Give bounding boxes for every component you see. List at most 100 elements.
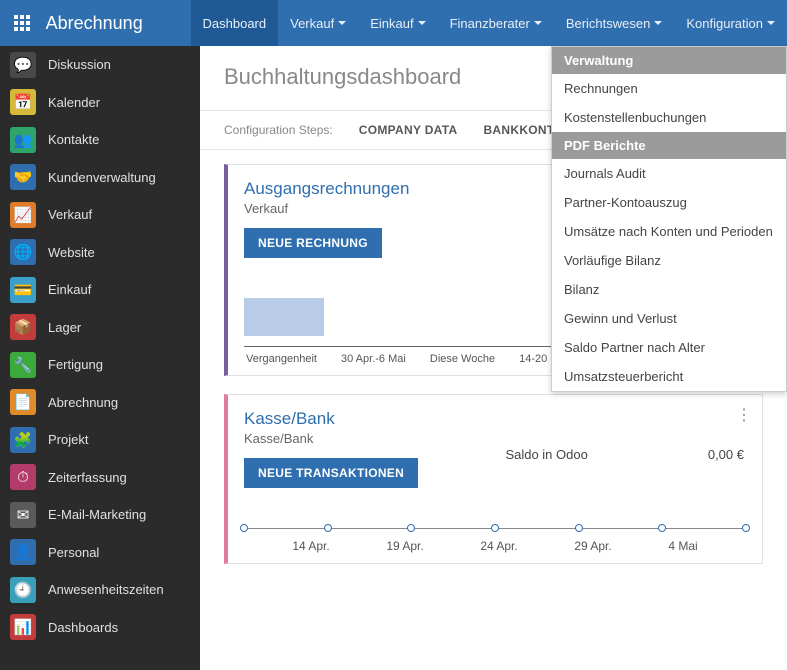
timeline-label: 30 Apr.-6 Mai	[341, 353, 406, 365]
app-icon: 📈	[10, 202, 36, 228]
sidebar-item-label: Dashboards	[48, 620, 118, 635]
sidebar-item-label: Fertigung	[48, 357, 103, 372]
timeline-label: Vergangenheit	[246, 353, 317, 365]
chevron-down-icon	[338, 21, 346, 25]
app-icon: 🕘	[10, 577, 36, 603]
sidebar-item-label: Anwesenheitszeiten	[48, 582, 164, 597]
dropdown-item[interactable]: Rechnungen	[552, 74, 786, 103]
app-icon: 🤝	[10, 164, 36, 190]
sidebar-item-website[interactable]: 🌐 Website	[0, 234, 200, 272]
sidebar-item-abrechnung[interactable]: 📄 Abrechnung	[0, 384, 200, 422]
sidebar-item-kontakte[interactable]: 👥 Kontakte	[0, 121, 200, 159]
sidebar-item-fertigung[interactable]: 🔧 Fertigung	[0, 346, 200, 384]
sidebar-item-label: Abrechnung	[48, 395, 118, 410]
sidebar-item-e-mail-marketing[interactable]: ✉ E-Mail-Marketing	[0, 496, 200, 534]
axis-dot	[491, 524, 499, 532]
dropdown-item[interactable]: Umsatzsteuerbericht	[552, 362, 786, 391]
config-steps-label: Configuration Steps:	[224, 123, 333, 137]
app-icon: 💳	[10, 277, 36, 303]
sidebar-item-kalender[interactable]: 📅 Kalender	[0, 84, 200, 122]
sidebar-item-anwesenheitszeiten[interactable]: 🕘 Anwesenheitszeiten	[0, 571, 200, 609]
app-icon: ⏱	[10, 464, 36, 490]
bank-axis	[244, 528, 746, 529]
sidebar-item-zeiterfassung[interactable]: ⏱ Zeiterfassung	[0, 459, 200, 497]
app-icon: 📅	[10, 89, 36, 115]
sidebar-item-label: Verkauf	[48, 207, 92, 222]
chevron-down-icon	[418, 21, 426, 25]
axis-dot	[324, 524, 332, 532]
topmenu-konfiguration[interactable]: Konfiguration	[674, 0, 787, 46]
app-icon: ✉	[10, 502, 36, 528]
app-switcher-icon[interactable]	[0, 0, 44, 46]
axis-dot	[575, 524, 583, 532]
saldo-label: Saldo in Odoo	[505, 447, 587, 462]
sidebar-item-label: Projekt	[48, 432, 88, 447]
axis-label: 24 Apr.	[480, 539, 517, 553]
top-menu: DashboardVerkaufEinkaufFinanzberaterBeri…	[191, 0, 787, 46]
sidebar-item-label: Lager	[48, 320, 81, 335]
sidebar-item-verkauf[interactable]: 📈 Verkauf	[0, 196, 200, 234]
sidebar: 💬 Diskussion 📅 Kalender 👥 Kontakte 🤝 Kundenverw…	[0, 46, 200, 670]
topmenu-verkauf[interactable]: Verkauf	[278, 0, 358, 46]
app-icon: 👤	[10, 539, 36, 565]
dropdown-item[interactable]: Vorläufige Bilanz	[552, 246, 786, 275]
card-title[interactable]: Kasse/Bank	[244, 409, 746, 429]
topmenu-einkauf[interactable]: Einkauf	[358, 0, 437, 46]
dropdown-header: PDF Berichte	[552, 132, 786, 159]
card-more-icon[interactable]: ⋮	[736, 405, 752, 425]
sidebar-item-label: Kontakte	[48, 132, 99, 147]
sidebar-item-einkauf[interactable]: 💳 Einkauf	[0, 271, 200, 309]
chevron-down-icon	[534, 21, 542, 25]
axis-dot	[240, 524, 248, 532]
sidebar-item-label: Zeiterfassung	[48, 470, 127, 485]
dropdown-item[interactable]: Bilanz	[552, 275, 786, 304]
app-icon: 🧩	[10, 427, 36, 453]
axis-dot	[742, 524, 750, 532]
axis-label: 14 Apr.	[292, 539, 329, 553]
axis-dot	[407, 524, 415, 532]
sidebar-item-projekt[interactable]: 🧩 Projekt	[0, 421, 200, 459]
app-icon: 🔧	[10, 352, 36, 378]
topmenu-dashboard[interactable]: Dashboard	[191, 0, 279, 46]
dropdown-header: Verwaltung	[552, 47, 786, 74]
neue-transaktionen-button[interactable]: NEUE TRANSAKTIONEN	[244, 458, 418, 488]
app-icon: 🌐	[10, 239, 36, 265]
sidebar-item-label: Kundenverwaltung	[48, 170, 156, 185]
sidebar-item-kundenverwaltung[interactable]: 🤝 Kundenverwaltung	[0, 159, 200, 197]
berichtswesen-dropdown: VerwaltungRechnungenKostenstellenbuchung…	[551, 46, 787, 392]
sidebar-item-label: Website	[48, 245, 95, 260]
axis-label: 4 Mai	[668, 539, 697, 553]
axis-label: 19 Apr.	[386, 539, 423, 553]
chevron-down-icon	[654, 21, 662, 25]
dropdown-item[interactable]: Saldo Partner nach Alter	[552, 333, 786, 362]
chevron-down-icon	[767, 21, 775, 25]
neue-rechnung-button[interactable]: NEUE RECHNUNG	[244, 228, 382, 258]
card-kasse-bank: Kasse/Bank Kasse/Bank NEUE TRANSAKTIONEN…	[224, 394, 763, 564]
sidebar-item-label: Einkauf	[48, 282, 91, 297]
sidebar-item-label: Kalender	[48, 95, 100, 110]
topmenu-finanzberater[interactable]: Finanzberater	[438, 0, 554, 46]
app-icon: 👥	[10, 127, 36, 153]
sidebar-item-diskussion[interactable]: 💬 Diskussion	[0, 46, 200, 84]
dropdown-item[interactable]: Umsätze nach Konten und Perioden	[552, 217, 786, 246]
sidebar-item-label: Diskussion	[48, 57, 111, 72]
app-icon: 💬	[10, 52, 36, 78]
axis-dot	[658, 524, 666, 532]
timeline-label: Diese Woche	[430, 353, 495, 365]
dropdown-item[interactable]: Kostenstellenbuchungen	[552, 103, 786, 132]
topmenu-berichtswesen[interactable]: Berichtswesen	[554, 0, 675, 46]
sidebar-item-label: E-Mail-Marketing	[48, 507, 146, 522]
saldo-value: 0,00 €	[708, 447, 744, 462]
topbar: Abrechnung DashboardVerkaufEinkaufFinanz…	[0, 0, 787, 46]
dropdown-item[interactable]: Journals Audit	[552, 159, 786, 188]
axis-label: 29 Apr.	[574, 539, 611, 553]
saldo-row: Saldo in Odoo 0,00 €	[505, 447, 744, 462]
step-company-data[interactable]: COMPANY DATA	[359, 123, 458, 137]
dropdown-item[interactable]: Gewinn und Verlust	[552, 304, 786, 333]
sidebar-item-dashboards[interactable]: 📊Dashboards	[0, 609, 200, 647]
sidebar-item-personal[interactable]: 👤 Personal	[0, 534, 200, 572]
app-icon: 📄	[10, 389, 36, 415]
sidebar-item-label: Personal	[48, 545, 99, 560]
sidebar-item-lager[interactable]: 📦Lager	[0, 309, 200, 347]
dropdown-item[interactable]: Partner-Kontoauszug	[552, 188, 786, 217]
